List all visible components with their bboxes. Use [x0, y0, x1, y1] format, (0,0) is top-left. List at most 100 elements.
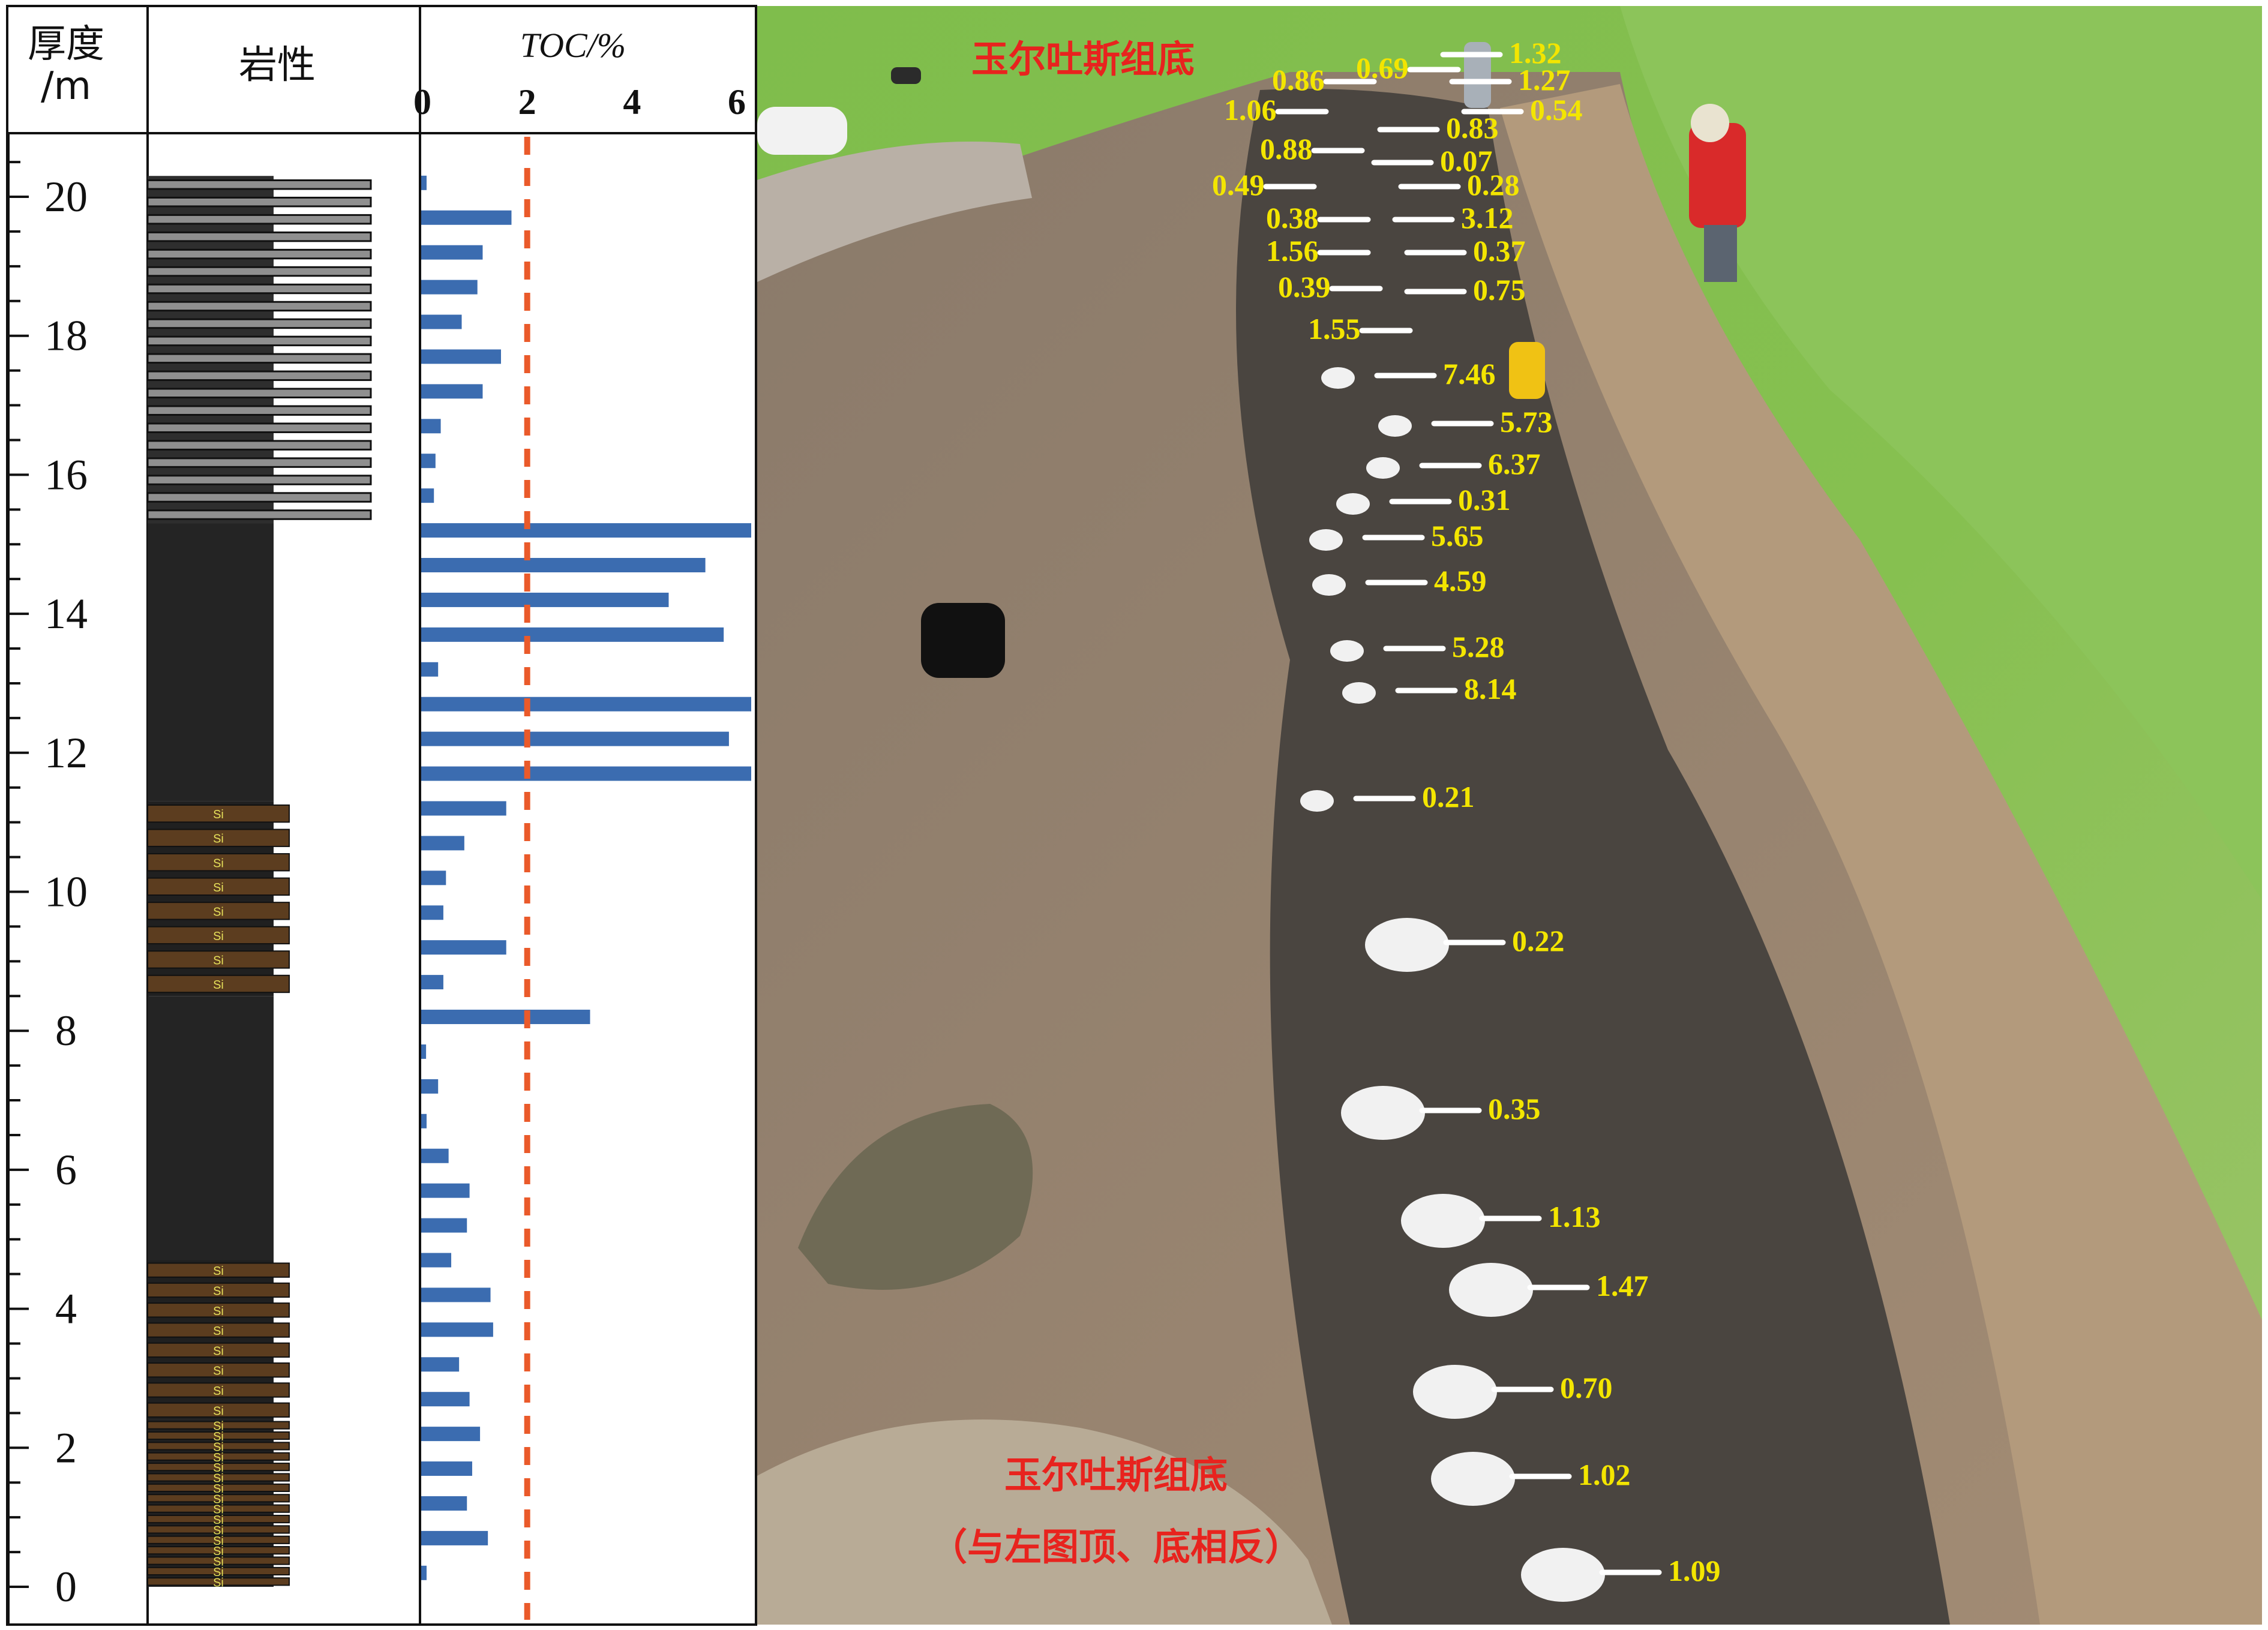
chert-si-symbol: Si — [213, 1344, 224, 1358]
lithology-grey-layer — [146, 179, 372, 190]
sample-bag — [1312, 574, 1346, 596]
toc-tick-label: 4 — [623, 82, 641, 122]
lithology-grey-layer — [146, 231, 372, 242]
chert-si-symbol: Si — [213, 1325, 224, 1338]
photo-toc-label: 0.83 — [1446, 111, 1499, 145]
toc-bar — [421, 592, 669, 607]
sample-bag — [1521, 1548, 1605, 1602]
photo-toc-label: 5.73 — [1500, 405, 1553, 439]
toc-bar — [421, 1010, 590, 1025]
toc-bar — [421, 280, 478, 295]
photo-toc-label: 1.09 — [1668, 1554, 1721, 1587]
photo-toc-label: 7.46 — [1443, 357, 1496, 391]
sample-bag — [1342, 682, 1376, 704]
toc-bar — [421, 975, 443, 990]
toc-bar — [421, 627, 724, 642]
photo-toc-label: 1.02 — [1578, 1458, 1631, 1491]
depth-tick-label: 2 — [55, 1424, 77, 1472]
chert-si-symbol: Si — [213, 1365, 224, 1378]
lithology-grey-layer — [146, 388, 372, 399]
toc-bar — [421, 1427, 481, 1442]
lithology-grey-layer — [146, 283, 372, 295]
chert-si-symbol: Si — [213, 1284, 224, 1298]
toc-bar — [421, 1148, 449, 1163]
depth-tick-label: 12 — [44, 729, 88, 777]
photo-toc-label: 1.47 — [1596, 1269, 1649, 1302]
toc-bar — [421, 1253, 452, 1268]
lithology-grey-layer — [146, 335, 372, 347]
toc-bar — [421, 836, 464, 851]
lithology-grey-layer — [146, 318, 372, 329]
toc-bar — [421, 384, 483, 399]
chert-si-symbol: Si — [213, 1385, 224, 1398]
toc-header: TOC/% — [520, 26, 626, 65]
dog — [891, 67, 921, 84]
depth-tick-label: 14 — [44, 590, 88, 638]
toc-bar — [421, 454, 436, 469]
sample-bag — [1365, 918, 1449, 972]
photo-toc-label: 0.21 — [1422, 780, 1475, 814]
photo-toc-label: 4.59 — [1434, 564, 1487, 598]
photo-toc-label: 0.86 — [1272, 63, 1325, 97]
photo-toc-label: 1.56 — [1266, 234, 1319, 268]
photo-toc-label: 0.49 — [1212, 168, 1265, 202]
car — [757, 107, 847, 155]
toc-bar — [421, 175, 427, 190]
depth-tick-label: 18 — [44, 312, 88, 360]
photo-toc-label: 0.31 — [1458, 483, 1511, 517]
photo-toc-label: 0.69 — [1356, 51, 1409, 85]
photo-toc-label: 0.28 — [1467, 168, 1520, 202]
depth-tick-label: 10 — [44, 868, 88, 916]
depth-tick-label: 0 — [55, 1563, 77, 1611]
photo-toc-label: 6.37 — [1488, 447, 1541, 481]
sample-bag — [1431, 1452, 1515, 1506]
toc-bar — [421, 697, 751, 712]
toc-bar — [421, 558, 706, 573]
chert-si-symbol: Si — [213, 1576, 224, 1589]
photo-toc-label: 3.12 — [1461, 201, 1514, 235]
lithology-grey-layer — [146, 509, 372, 520]
sample-bag — [1300, 790, 1334, 812]
photo-toc-label: 0.70 — [1560, 1371, 1613, 1404]
photo-toc-label: 5.65 — [1431, 519, 1484, 553]
sample-bag — [1378, 415, 1412, 437]
toc-bar — [421, 210, 512, 225]
sample-bag — [1366, 457, 1400, 479]
photo-toc-label: 8.14 — [1464, 672, 1517, 706]
chert-si-symbol: Si — [213, 881, 224, 894]
photo-toc-label: 0.38 — [1266, 201, 1319, 235]
photo-toc-label: 1.13 — [1548, 1200, 1601, 1233]
lithology-grey-layer — [146, 405, 372, 416]
lithology-grey-layer — [146, 196, 372, 208]
depth-tick-label: 4 — [55, 1285, 77, 1333]
photo-toc-label: 0.35 — [1488, 1092, 1541, 1125]
photo-toc-label: 0.54 — [1530, 93, 1583, 127]
toc-bar — [421, 1322, 493, 1337]
toc-bar — [421, 766, 751, 781]
sample-bag — [1341, 1086, 1425, 1140]
sample-bag — [1330, 640, 1364, 662]
toc-tick-label: 6 — [728, 82, 746, 122]
column-frame — [6, 5, 757, 1626]
depth-tick-label: 8 — [55, 1007, 77, 1055]
toc-bar — [421, 488, 434, 503]
figure: 厚度 /m 岩性 TOC/% 02468101214161820 SiSiSiS… — [6, 5, 2262, 1626]
toc-bar — [421, 1496, 467, 1511]
photo-toc-label: 1.27 — [1518, 63, 1571, 97]
toc-bar — [421, 314, 462, 329]
depth-tick-label: 6 — [55, 1146, 77, 1194]
chert-si-symbol: Si — [213, 857, 224, 870]
toc-bar — [421, 1183, 470, 1198]
toc-bar — [421, 870, 446, 885]
person-hat — [1691, 104, 1729, 142]
toc-bar — [421, 1079, 439, 1094]
photo-toc-label: 5.28 — [1452, 630, 1505, 664]
lithology-shale — [148, 523, 274, 802]
sample-bag — [1309, 529, 1343, 551]
photo-toc-label: 0.39 — [1278, 270, 1331, 304]
toc-bar — [421, 1565, 427, 1580]
black-backpack — [921, 603, 1005, 678]
chert-si-symbol: Si — [213, 1305, 224, 1318]
lithology-grey-layer — [146, 457, 372, 468]
photo-toc-label: 0.88 — [1260, 132, 1313, 166]
